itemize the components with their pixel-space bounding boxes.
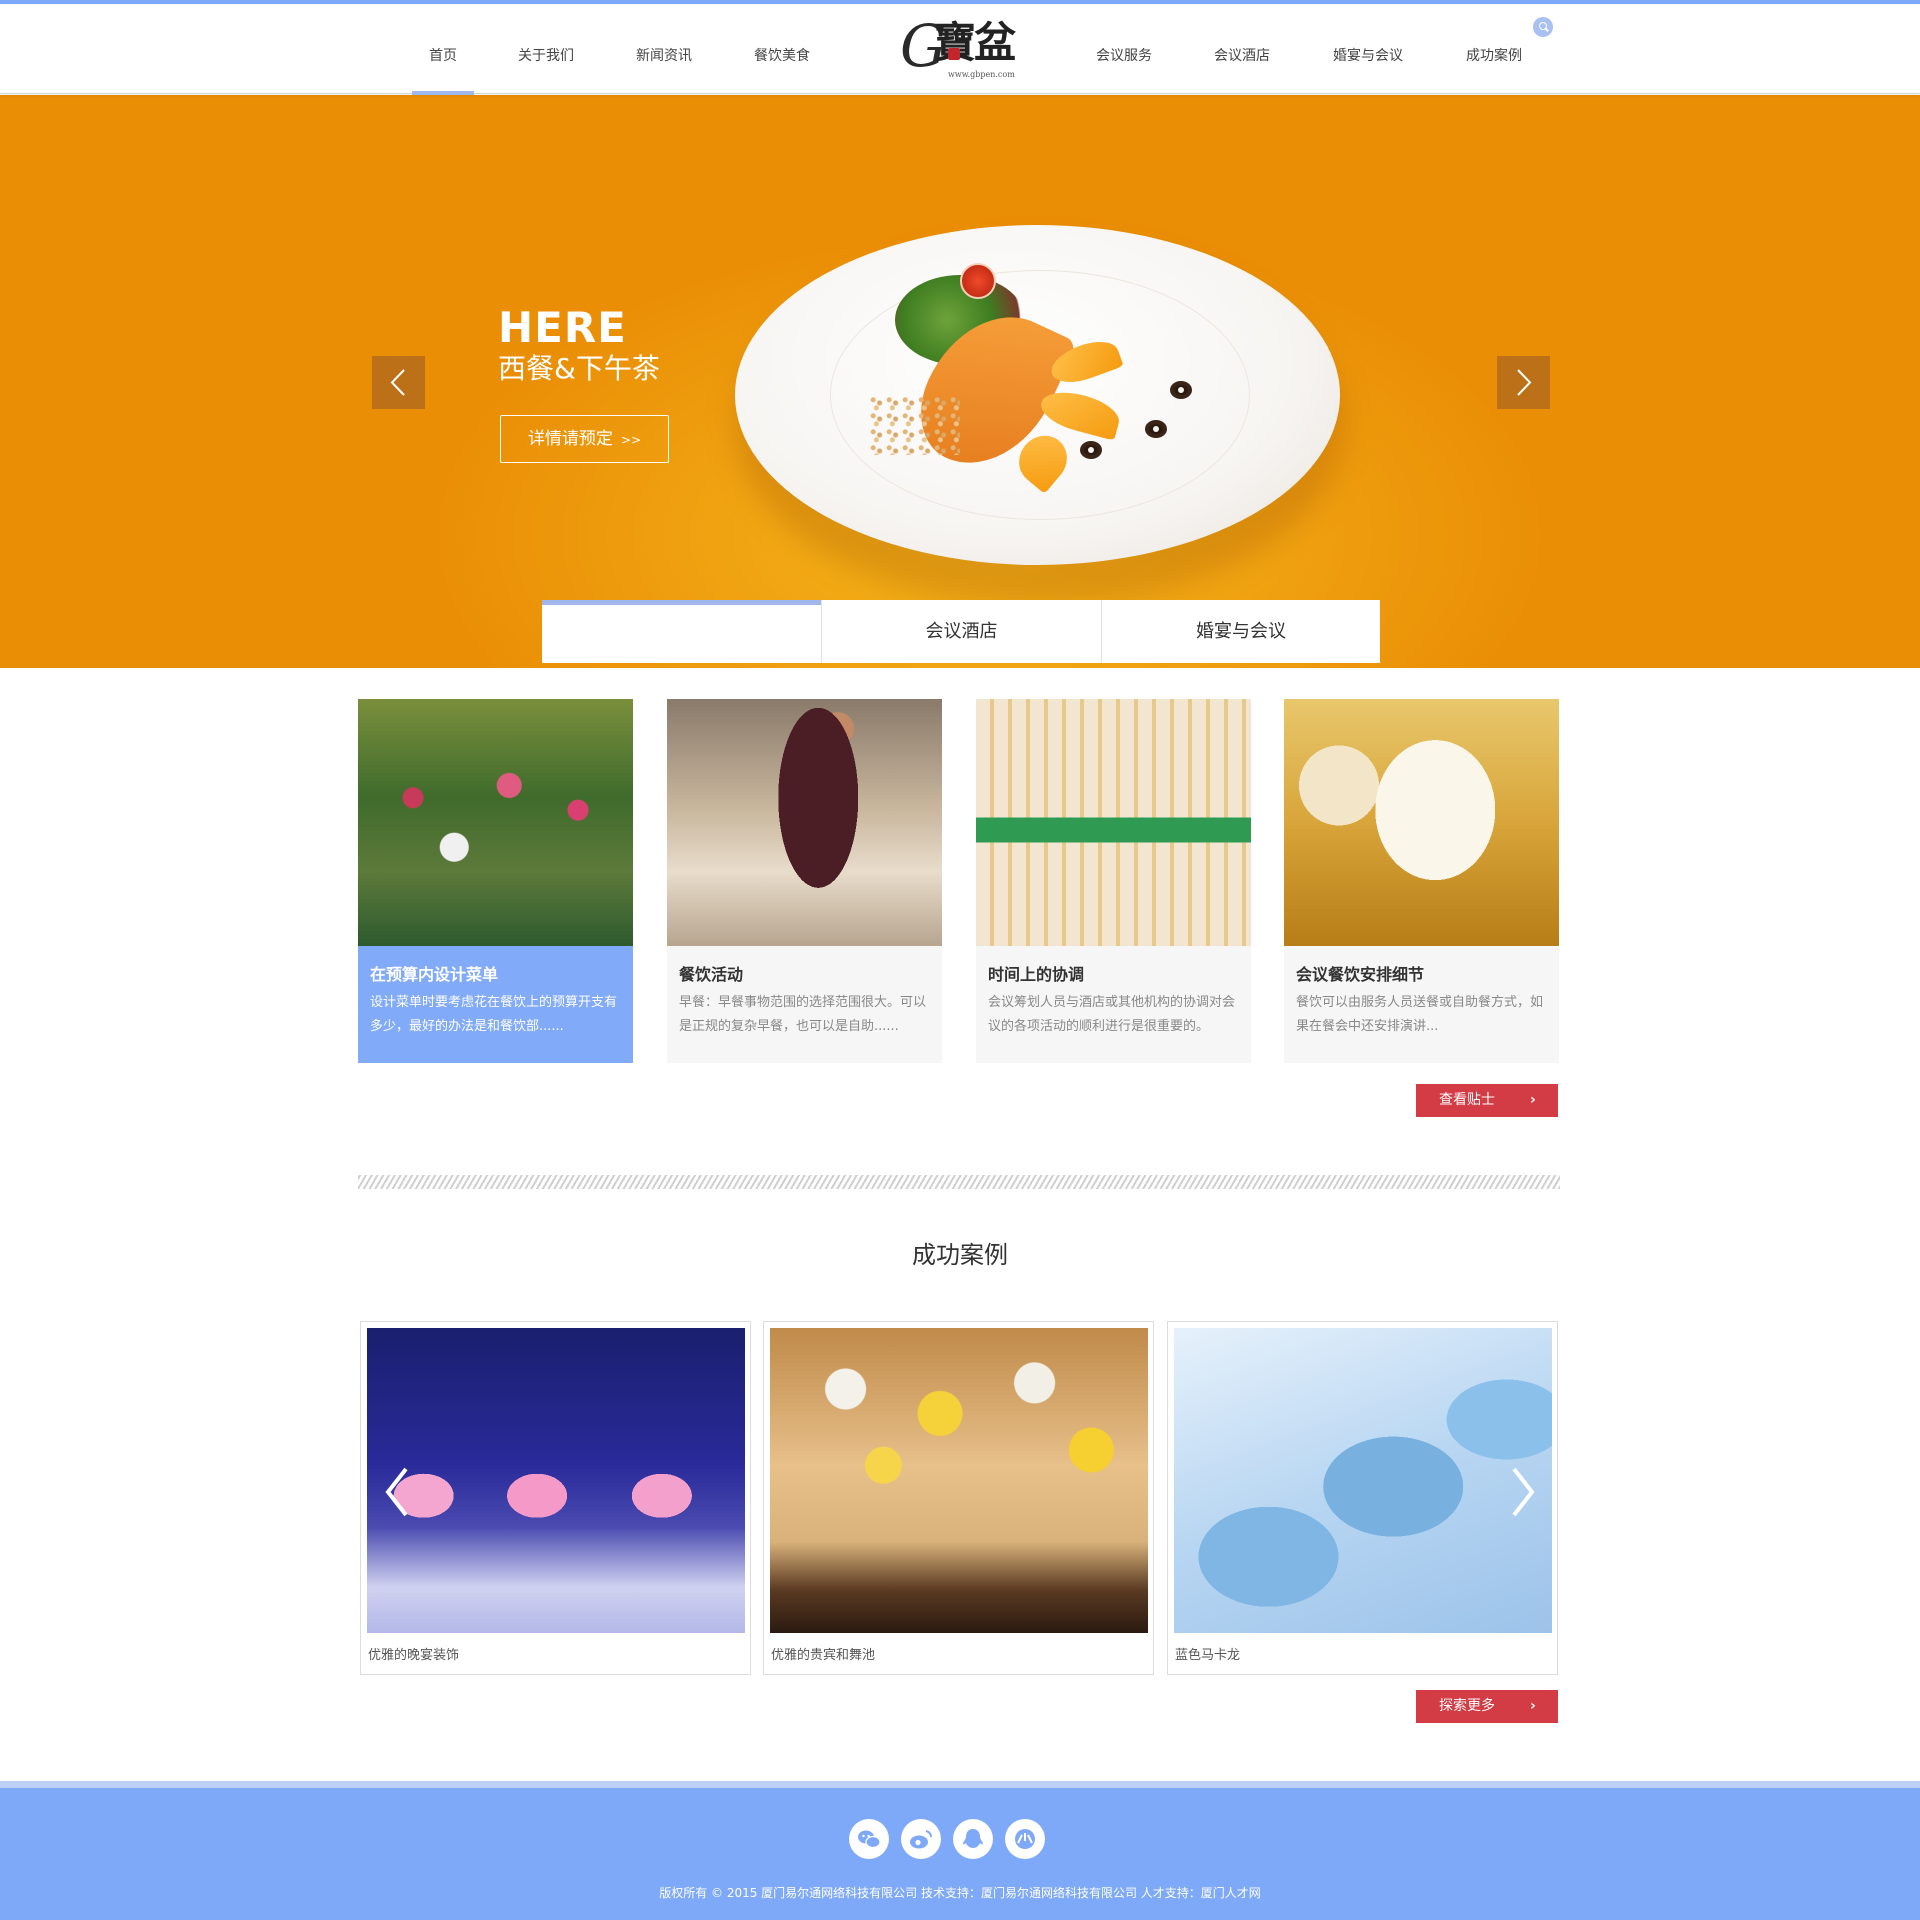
booking-button-label: 详情请预定 (527, 429, 613, 449)
card-title: 时间上的协调 (988, 965, 1085, 984)
tip-card[interactable]: 餐饮活动 早餐：早餐事物范围的选择范围很大。可以是正规的复杂早餐，也可以是自助.… (667, 699, 942, 1063)
wechat-icon[interactable] (849, 1819, 889, 1859)
view-tips-label: 查看贴士 (1439, 1092, 1495, 1108)
chevron-left-icon (390, 369, 405, 396)
card-image-conference-room (976, 699, 1251, 946)
card-title: 餐饮活动 (679, 965, 744, 984)
card-description: 餐饮可以由服务人员送餐或自助餐方式，如果在餐会中还安排演讲... (1296, 995, 1544, 1034)
explore-more-button[interactable]: 探索更多 › (1416, 1690, 1558, 1723)
chevron-left-icon (385, 1467, 408, 1517)
explore-more-label: 探索更多 (1439, 1698, 1495, 1714)
card-description: 会议筹划人员与酒店或其他机构的协调对会议的各项活动的顺利进行是很重要的。 (988, 995, 1236, 1034)
olive-slice (1080, 441, 1102, 459)
card-title: 在预算内设计菜单 (370, 965, 499, 984)
nav-wedding-conference[interactable]: 婚宴与会议 (1330, 4, 1406, 94)
case-caption: 蓝色马卡龙 (1175, 1648, 1241, 1663)
tip-card[interactable]: 会议餐饮安排细节 餐饮可以由服务人员送餐或自助餐方式，如果在餐会中还安排演讲..… (1284, 699, 1559, 1063)
chevron-right-icon (1512, 1467, 1535, 1517)
site-header: 首页 关于我们 新闻资讯 餐饮美食 G 寶盆 www.gbpen.com 会议服… (0, 4, 1920, 95)
logo[interactable]: G 寶盆 www.gbpen.com (900, 14, 1020, 84)
tab-wedding-conference[interactable]: 婚宴与会议 (1101, 600, 1380, 663)
booking-button-arrow: >> (620, 433, 642, 447)
card-image-teacups (1284, 699, 1559, 946)
case-image-macarons (1174, 1328, 1552, 1633)
logo-url: www.gbpen.com (948, 70, 1015, 79)
nav-success-cases[interactable]: 成功案例 (1462, 4, 1526, 94)
tip-card[interactable]: 在预算内设计菜单 设计菜单时要考虑花在餐饮上的预算开支有多少，最好的办法是和餐饮… (358, 699, 633, 1063)
banner-next-button[interactable] (1497, 356, 1550, 409)
weibo-icon[interactable] (901, 1819, 941, 1859)
renren-icon[interactable] (1005, 1819, 1045, 1859)
olive-slice (1170, 381, 1192, 399)
chevron-right-icon: › (1530, 1092, 1536, 1108)
site-footer: 版权所有 © 2015 厦门易尔通网络科技有限公司 技术支持：厦门易尔通网络科技… (0, 1781, 1920, 1920)
section-divider (358, 1175, 1560, 1189)
banner-prev-button[interactable] (372, 356, 425, 409)
tip-card[interactable]: 时间上的协调 会议筹划人员与酒店或其他机构的协调对会议的各项活动的顺利进行是很重… (976, 699, 1251, 1063)
tomato-slice (960, 263, 996, 299)
nav-home[interactable]: 首页 (412, 4, 474, 95)
cases-prev-button[interactable] (382, 1465, 412, 1523)
card-image-flowers (358, 699, 633, 946)
case-image-banquet (367, 1328, 745, 1633)
banner-title: HERE (498, 303, 627, 352)
tab-conference-hotel[interactable]: 会议酒店 (821, 600, 1101, 663)
copyright-text: 版权所有 © 2015 厦门易尔通网络科技有限公司 技术支持：厦门易尔通网络科技… (659, 1886, 1261, 1900)
card-description: 早餐：早餐事物范围的选择范围很大。可以是正规的复杂早餐，也可以是自助...... (679, 995, 927, 1034)
chevron-right-icon (1517, 369, 1532, 396)
search-icon[interactable] (1533, 17, 1553, 37)
nav-conference-service[interactable]: 会议服务 (1092, 4, 1156, 94)
case-caption: 优雅的贵宾和舞池 (771, 1648, 876, 1663)
hero-banner: HERE 西餐&下午茶 详情请预定 >> 会议酒店 婚宴与会议 (0, 95, 1920, 668)
nav-news[interactable]: 新闻资讯 (632, 4, 696, 94)
tab-active[interactable] (542, 600, 821, 663)
chevron-right-icon: › (1530, 1698, 1536, 1714)
weibo-glyph (910, 1830, 933, 1849)
card-image-waiter (667, 699, 942, 946)
nav-dining[interactable]: 餐饮美食 (750, 4, 814, 94)
logo-seal (948, 48, 960, 60)
category-tabs: 会议酒店 婚宴与会议 (542, 600, 1380, 663)
cases-next-button[interactable] (1508, 1465, 1538, 1523)
case-item[interactable]: 优雅的晚宴装饰 (360, 1321, 751, 1675)
case-item[interactable]: 优雅的贵宾和舞池 (763, 1321, 1154, 1675)
booking-button[interactable]: 详情请预定 >> (500, 415, 669, 463)
card-title: 会议餐饮安排细节 (1296, 965, 1425, 984)
card-description: 设计菜单时要考虑花在餐饮上的预算开支有多少，最好的办法是和餐饮部...... (370, 995, 618, 1034)
nav-about[interactable]: 关于我们 (514, 4, 578, 94)
qq-glyph (963, 1829, 983, 1848)
renren-glyph (1015, 1829, 1035, 1849)
wechat-glyph (858, 1830, 881, 1849)
banner-subtitle: 西餐&下午茶 (498, 352, 660, 385)
case-caption: 优雅的晚宴装饰 (368, 1648, 460, 1663)
nav-conference-hotel[interactable]: 会议酒店 (1210, 4, 1274, 94)
logo-name: 寶盆 (934, 18, 1016, 67)
qq-icon[interactable] (953, 1819, 993, 1859)
case-image-ballroom (770, 1328, 1148, 1633)
view-tips-button[interactable]: 查看贴士 › (1416, 1084, 1558, 1117)
bread-crumbs (870, 395, 960, 455)
section-title: 成功案例 (912, 1241, 1008, 1269)
case-item[interactable]: 蓝色马卡龙 (1167, 1321, 1558, 1675)
olive-slice (1145, 420, 1167, 438)
